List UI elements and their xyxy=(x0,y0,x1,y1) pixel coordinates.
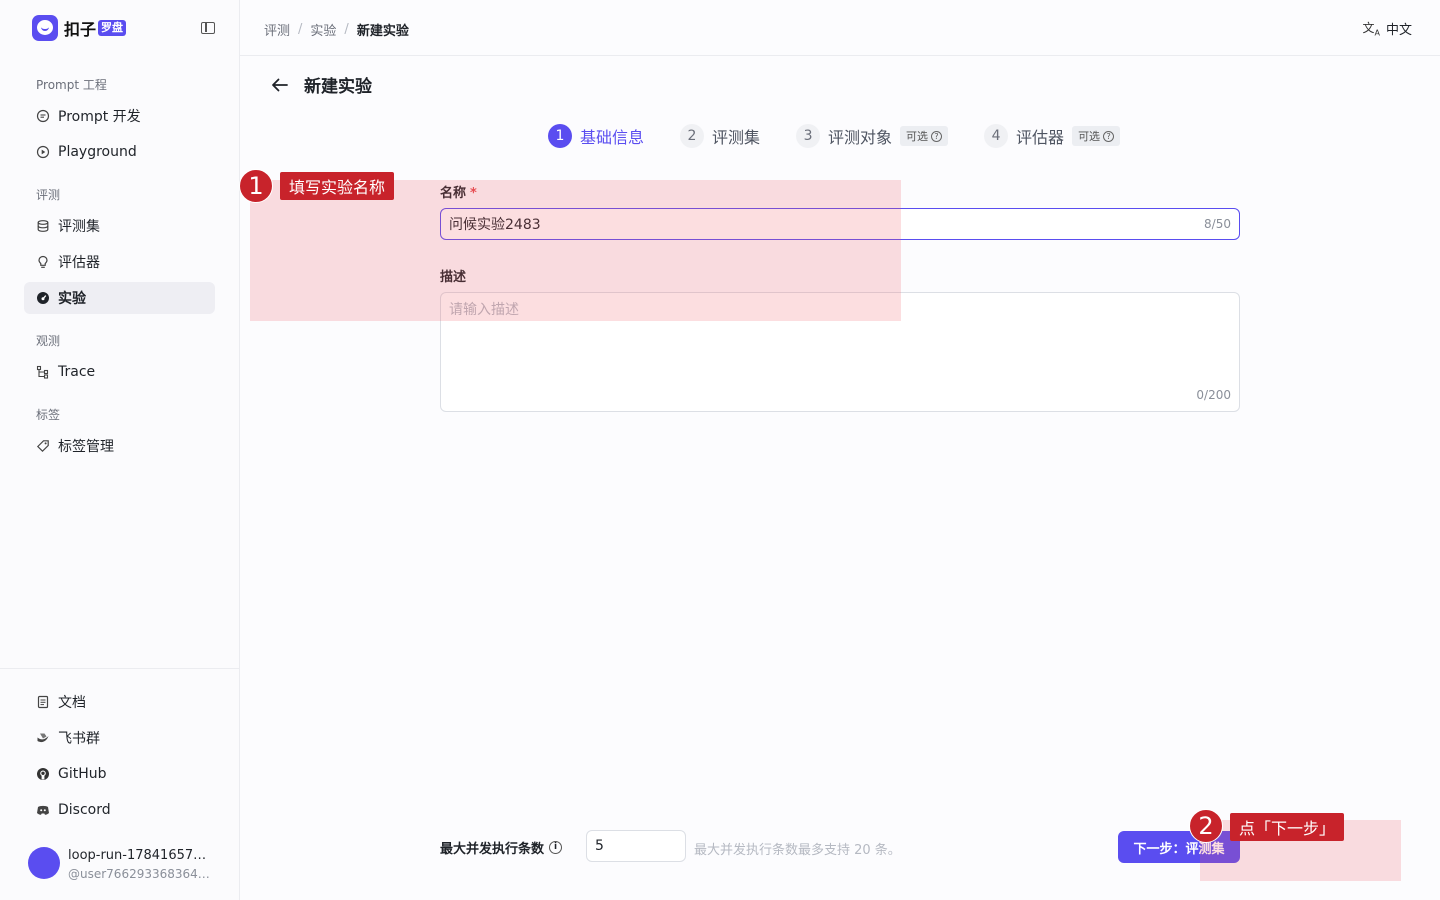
sidebar-item-experiments[interactable]: 实验 xyxy=(24,282,215,314)
sidebar-item-prompt-dev[interactable]: Prompt 开发 xyxy=(24,100,215,132)
sidebar-item-evaluators[interactable]: 评估器 xyxy=(24,246,215,278)
discord-icon xyxy=(36,803,50,817)
sidebar-item-label: Trace xyxy=(58,364,96,380)
dashboard-icon xyxy=(36,291,50,305)
optional-badge: 可选? xyxy=(1072,126,1121,146)
step-evaluator[interactable]: 4 评估器 可选? xyxy=(984,124,1121,148)
breadcrumb: 评测 / 实验 / 新建实验 xyxy=(264,20,409,39)
help-icon[interactable]: ? xyxy=(1103,130,1115,142)
step-target[interactable]: 3 评测对象 可选? xyxy=(796,124,949,148)
concurrency-hint: 最大并发执行条数最多支持 20 条。 xyxy=(694,843,901,858)
sidebar-item-docs[interactable]: 文档 xyxy=(24,686,215,718)
feishu-icon xyxy=(36,731,50,745)
sidebar-item-discord[interactable]: Discord xyxy=(24,794,215,826)
sidebar-item-label: 标签管理 xyxy=(58,439,114,455)
logo-icon xyxy=(32,15,58,41)
prompt-icon xyxy=(36,109,50,123)
breadcrumb-separator: / xyxy=(298,22,303,37)
group-label-prompt: Prompt 工程 xyxy=(36,78,107,92)
annotation-label-2: 点「下一步」 xyxy=(1230,813,1345,841)
sidebar-item-label: Playground xyxy=(58,144,137,160)
language-label: 中文 xyxy=(1385,23,1412,38)
breadcrumb-item-current: 新建实验 xyxy=(356,24,409,39)
page-title: 新建实验 xyxy=(304,77,372,97)
sidebar-item-label: 文档 xyxy=(58,695,86,711)
sidebar-divider xyxy=(0,668,239,669)
trace-icon xyxy=(36,365,50,379)
group-label-observe: 观测 xyxy=(36,334,61,348)
step-label: 评测对象 xyxy=(828,128,893,147)
breadcrumb-item-experiments[interactable]: 实验 xyxy=(310,20,336,39)
sidebar-item-label: GitHub xyxy=(58,766,107,782)
optional-badge: 可选? xyxy=(900,126,949,146)
help-icon[interactable]: ? xyxy=(931,130,943,142)
brand-badge: 罗盘 xyxy=(98,20,127,36)
concurrency-label-text: 最大并发执行条数 xyxy=(440,842,545,857)
github-icon xyxy=(36,767,50,781)
step-label: 评测集 xyxy=(712,128,761,147)
sidebar-collapse-icon[interactable] xyxy=(201,22,215,34)
tag-icon xyxy=(36,439,50,453)
sidebar-item-label: 评估器 xyxy=(58,255,100,271)
sidebar-item-label: Discord xyxy=(58,802,111,818)
annotation-highlight-name xyxy=(250,180,901,321)
back-arrow-icon[interactable] xyxy=(270,75,290,95)
step-number: 3 xyxy=(796,124,821,148)
sidebar-item-playground[interactable]: Playground xyxy=(24,136,215,168)
sidebar-item-label: 评测集 xyxy=(58,219,100,235)
language-switcher[interactable]: 文A 中文 xyxy=(1362,19,1412,38)
description-char-count: 0/200 xyxy=(1196,388,1231,402)
sidebar: 扣子 罗盘 Prompt 工程 Prompt 开发 Playground 评测 … xyxy=(0,0,240,900)
step-number: 1 xyxy=(548,124,572,148)
user-id: @user7662933683648… xyxy=(68,867,213,881)
database-icon xyxy=(36,219,50,233)
step-basic-info[interactable]: 1 基础信息 xyxy=(548,124,644,148)
play-icon xyxy=(36,145,50,159)
concurrency-input[interactable]: 5 xyxy=(586,830,686,862)
name-char-count: 8/50 xyxy=(1204,217,1231,231)
user-name: loop-run-178416577… xyxy=(68,848,213,863)
info-icon[interactable]: i xyxy=(549,841,563,854)
optional-badge-label: 可选 xyxy=(1078,130,1101,143)
breadcrumb-separator: / xyxy=(344,22,349,37)
doc-icon xyxy=(36,695,50,709)
step-dataset[interactable]: 2 评测集 xyxy=(680,124,760,148)
annotation-label-1: 填写实验名称 xyxy=(280,172,395,200)
breadcrumb-item-eval[interactable]: 评测 xyxy=(264,20,290,39)
sidebar-item-label: Prompt 开发 xyxy=(58,109,141,125)
sidebar-item-label: 实验 xyxy=(58,291,86,307)
step-number: 4 xyxy=(984,124,1009,148)
annotation-number-1: 1 xyxy=(239,169,273,203)
page-header: 新建实验 xyxy=(270,72,372,97)
sidebar-item-feishu[interactable]: 飞书群 xyxy=(24,722,215,754)
concurrency-value: 5 xyxy=(595,838,604,854)
sidebar-item-tag-management[interactable]: 标签管理 xyxy=(24,430,215,462)
brand-name: 扣子 xyxy=(64,20,97,39)
group-label-eval: 评测 xyxy=(36,188,61,202)
brand-logo[interactable]: 扣子 罗盘 xyxy=(32,15,127,41)
top-bar: 评测 / 实验 / 新建实验 文A 中文 xyxy=(240,0,1440,56)
sidebar-item-label: 飞书群 xyxy=(58,731,100,747)
step-number: 2 xyxy=(680,124,705,148)
avatar[interactable] xyxy=(28,847,60,879)
concurrency-label: 最大并发执行条数 i xyxy=(440,838,563,857)
group-label-tags: 标签 xyxy=(36,408,61,422)
annotation-number-2: 2 xyxy=(1189,809,1223,843)
step-indicator: 1 基础信息 2 评测集 3 评测对象 可选? 4 评估器 可选? xyxy=(548,124,1156,148)
sidebar-item-datasets[interactable]: 评测集 xyxy=(24,210,215,242)
translate-icon: 文A xyxy=(1362,21,1380,38)
step-label: 评估器 xyxy=(1016,128,1065,147)
sidebar-item-trace[interactable]: Trace xyxy=(24,356,215,388)
step-label: 基础信息 xyxy=(580,128,645,147)
sidebar-item-github[interactable]: GitHub xyxy=(24,758,215,790)
bulb-icon xyxy=(36,255,50,269)
optional-badge-label: 可选 xyxy=(906,130,929,143)
